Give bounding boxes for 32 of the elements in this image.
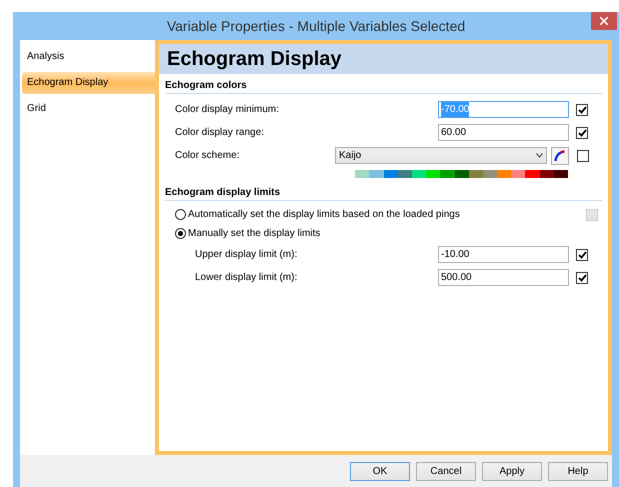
dialog-button[interactable]: Apply	[482, 462, 542, 480]
section-heading: Echogram colors	[165, 78, 602, 94]
field-label: Upper display limit (m):	[194, 248, 298, 262]
field-label: Color display minimum:	[174, 103, 280, 117]
color-scheme-dropdown[interactable]: Kaijo	[335, 147, 547, 164]
input-field[interactable]: 500.00	[438, 269, 569, 286]
checkbox[interactable]	[576, 248, 588, 260]
dialog-button[interactable]: OK	[350, 462, 410, 480]
curve-icon	[554, 150, 566, 162]
checkbox[interactable]	[576, 126, 588, 138]
panel-title: Echogram Display	[159, 44, 608, 74]
checkbox[interactable]	[577, 150, 589, 162]
input-field[interactable]: -10.00	[438, 246, 569, 263]
dialog-button[interactable]: Cancel	[416, 462, 476, 480]
sidebar-item[interactable]: Echogram Display	[22, 72, 155, 94]
checkbox[interactable]	[576, 104, 588, 116]
checkbox[interactable]	[576, 272, 588, 284]
close-icon	[600, 17, 608, 25]
chevron-down-icon	[536, 153, 543, 158]
radio-label[interactable]: Manually set the display limits	[188, 226, 320, 241]
field-label: Lower display limit (m):	[194, 271, 298, 285]
field-label: Color display range:	[174, 126, 265, 140]
edit-colors-button[interactable]	[551, 146, 569, 164]
window-title: Variable Properties - Multiple Variables Selected	[166, 16, 466, 36]
dialog-button[interactable]: Help	[548, 462, 608, 480]
field-label: Color scheme:	[174, 149, 240, 163]
sidebar-item[interactable]: Analysis	[20, 46, 155, 68]
radio-button[interactable]	[175, 228, 186, 239]
close-button[interactable]	[591, 12, 617, 30]
sidebar-item[interactable]: Grid	[20, 98, 155, 120]
input-field[interactable]: 60.00	[438, 124, 569, 141]
section-heading: Echogram display limits	[165, 185, 602, 201]
